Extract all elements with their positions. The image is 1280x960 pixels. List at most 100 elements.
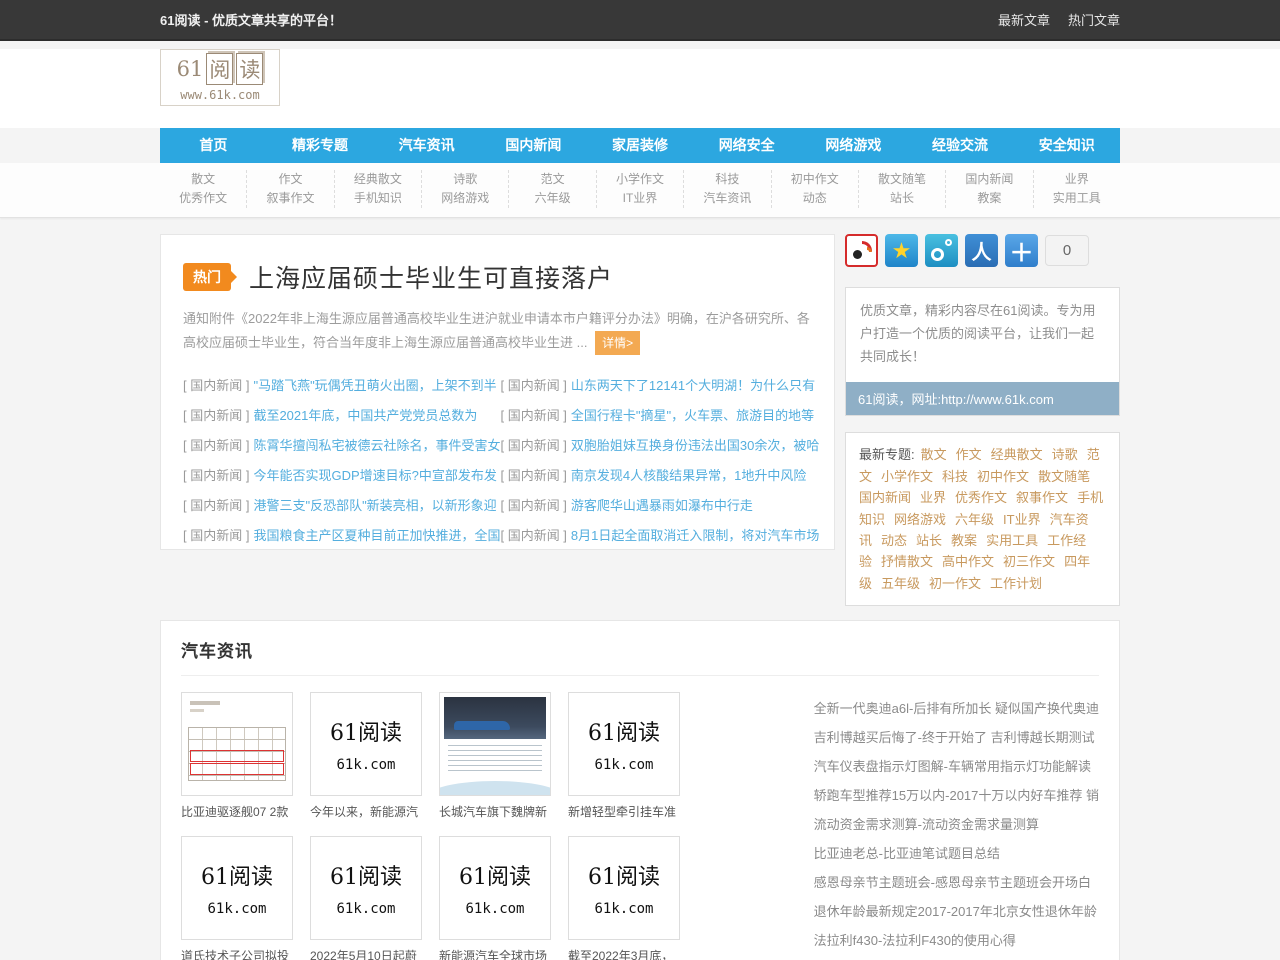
hot-headline[interactable]: 上海应届硕士毕业生可直接落户: [249, 259, 613, 295]
subnav-link[interactable]: 叙事作文: [247, 189, 333, 208]
news-link[interactable]: 全国行程卡"摘星"，火车票、旅游目的地等: [571, 408, 814, 423]
topic-tag[interactable]: 初中作文: [977, 469, 1029, 484]
car-card[interactable]: 比亚迪驱逐舰07 2款: [181, 692, 293, 820]
car-card[interactable]: 61阅读61k.com 新能源汽车全球市场: [439, 836, 551, 960]
subnav-link[interactable]: 范文: [509, 170, 595, 189]
nav-item-topics[interactable]: 精彩专题: [267, 128, 374, 163]
news-link[interactable]: 8月1日起全面取消迁入限制，将对汽车市场: [571, 528, 819, 543]
topic-tag[interactable]: 教案: [951, 533, 977, 548]
car-link[interactable]: 比亚迪老总-比亚迪笔试题目总结: [814, 839, 1099, 868]
subnav-link[interactable]: 动态: [772, 189, 858, 208]
news-item: [ 国内新闻 ]全国行程卡"摘星"，火车票、旅游目的地等: [500, 401, 819, 431]
car-link[interactable]: 轿跑车型推荐15万以内-2017十万以内好车推荐 销: [814, 781, 1099, 810]
nav-item-experience[interactable]: 经验交流: [907, 128, 1014, 163]
topic-tag[interactable]: 初三作文: [1003, 554, 1055, 569]
nav-item-domestic-news[interactable]: 国内新闻: [480, 128, 587, 163]
topic-tag[interactable]: 业界: [920, 490, 946, 505]
topic-tag[interactable]: 科技: [942, 469, 968, 484]
car-card-thumbnail: [439, 692, 551, 796]
top-link-latest[interactable]: 最新文章: [998, 10, 1050, 29]
subnav-link[interactable]: 散文: [160, 170, 246, 189]
subnav-col-7: 科技 汽车资讯: [684, 170, 771, 208]
subnav-link[interactable]: 作文: [247, 170, 333, 189]
topic-tag[interactable]: 五年级: [881, 576, 920, 591]
news-link[interactable]: 我国粮食主产区夏种目前正加快推进，全国: [253, 528, 500, 543]
subnav-link[interactable]: 初中作文: [772, 170, 858, 189]
subnav-link[interactable]: 诗歌: [422, 170, 508, 189]
subnav-link[interactable]: 站长: [859, 189, 945, 208]
subnav-link[interactable]: 散文随笔: [859, 170, 945, 189]
qzone-share-icon[interactable]: ★: [885, 234, 918, 267]
topic-tag[interactable]: IT业界: [1003, 512, 1041, 527]
subnav-link[interactable]: 实用工具: [1034, 189, 1120, 208]
car-link[interactable]: 吉利博越买后悔了-终于开始了 吉利博越长期测试: [814, 723, 1099, 752]
car-link[interactable]: 全新一代奥迪a6l-后排有所加长 疑似国产换代奥迪: [814, 694, 1099, 723]
subnav-link[interactable]: 手机知识: [335, 189, 421, 208]
car-card[interactable]: 61阅读61k.com 截至2022年3月底，: [568, 836, 680, 960]
news-link[interactable]: 游客爬华山遇暴雨如瀑布中行走: [571, 498, 753, 513]
news-link[interactable]: 南京发现4人核酸结果异常，1地升中风险: [571, 468, 806, 483]
nav-item-home[interactable]: 首页: [160, 128, 267, 163]
car-card[interactable]: 61阅读61k.com 今年以来，新能源汽: [310, 692, 422, 820]
subnav-link[interactable]: 小学作文: [597, 170, 683, 189]
subnav-link[interactable]: 经典散文: [335, 170, 421, 189]
nav-item-home-deco[interactable]: 家居装修: [587, 128, 694, 163]
car-link[interactable]: 流动资金需求测算-流动资金需求量测算: [814, 810, 1099, 839]
subnav-link[interactable]: 优秀作文: [160, 189, 246, 208]
subnav-link[interactable]: IT业界: [597, 189, 683, 208]
car-link[interactable]: 感恩母亲节主题班会-感恩母亲节主题班会开场白: [814, 868, 1099, 897]
car-card[interactable]: 61阅读61k.com 道氏技术子公司拟投: [181, 836, 293, 960]
news-link[interactable]: 双胞胎姐妹互换身份违法出国30余次，被哈: [571, 438, 819, 453]
subnav-link[interactable]: 六年级: [509, 189, 595, 208]
nav-item-safety-knowledge[interactable]: 安全知识: [1013, 128, 1120, 163]
subnav-link[interactable]: 科技: [684, 170, 770, 189]
topic-tag[interactable]: 动态: [881, 533, 907, 548]
renren-share-icon[interactable]: 人: [965, 234, 998, 267]
topic-tag[interactable]: 初一作文: [929, 576, 981, 591]
topic-tag[interactable]: 散文随笔: [1038, 469, 1090, 484]
nav-item-net-security[interactable]: 网络安全: [693, 128, 800, 163]
news-link[interactable]: 今年能否实现GDP增速目标?中宣部发布发: [253, 468, 496, 483]
news-link[interactable]: 山东两天下了12141个大明湖！为什么只有: [571, 378, 815, 393]
topic-tag[interactable]: 站长: [916, 533, 942, 548]
subnav-link[interactable]: 业界: [1034, 170, 1120, 189]
detail-button[interactable]: 详情>: [595, 331, 640, 355]
news-link[interactable]: 截至2021年底，中国共产党党员总数为: [253, 408, 477, 423]
news-link[interactable]: 港警三支"反恐部队"新装亮相，以新形象迎: [253, 498, 496, 513]
nav-item-car-news[interactable]: 汽车资讯: [373, 128, 480, 163]
subnav-link[interactable]: 教案: [946, 189, 1032, 208]
topic-tag[interactable]: 经典散文: [991, 447, 1043, 462]
car-link[interactable]: 退休年龄最新规定2017-2017年北京女性退休年龄: [814, 897, 1099, 926]
car-card[interactable]: 61阅读61k.com 新增轻型牵引挂车准: [568, 692, 680, 820]
sub-nav-strip: 散文 优秀作文 作文 叙事作文 经典散文 手机知识 诗歌 网络游戏 范文 六年级…: [0, 163, 1280, 218]
topic-tag[interactable]: 作文: [956, 447, 982, 462]
subnav-link[interactable]: 网络游戏: [422, 189, 508, 208]
topic-tag[interactable]: 散文: [921, 447, 947, 462]
car-card[interactable]: 61阅读61k.com 2022年5月10日起蔚: [310, 836, 422, 960]
topic-tag[interactable]: 网络游戏: [894, 512, 946, 527]
topic-tag[interactable]: 抒情散文: [881, 554, 933, 569]
topic-tag[interactable]: 小学作文: [881, 469, 933, 484]
topic-tag[interactable]: 国内新闻: [859, 490, 911, 505]
subnav-link[interactable]: 汽车资讯: [684, 189, 770, 208]
subnav-link[interactable]: 国内新闻: [946, 170, 1032, 189]
nav-item-net-games[interactable]: 网络游戏: [800, 128, 907, 163]
car-link[interactable]: 08款捷达-08款捷达伙伴仪表盘面板拆卸第一步图: [814, 955, 1099, 960]
news-link[interactable]: "马踏飞燕"玩偶凭丑萌火出圈，上架不到半: [253, 378, 496, 393]
car-link[interactable]: 法拉利f430-法拉利F430的使用心得: [814, 926, 1099, 955]
news-link[interactable]: 陈霄华擅闯私宅被德云社除名，事件受害女: [253, 438, 500, 453]
topic-tag[interactable]: 优秀作文: [955, 490, 1007, 505]
tencent-weibo-share-icon[interactable]: [925, 234, 958, 267]
car-link[interactable]: 汽车仪表盘指示灯图解-车辆常用指示灯功能解读: [814, 752, 1099, 781]
topic-tag[interactable]: 诗歌: [1052, 447, 1078, 462]
top-link-hot[interactable]: 热门文章: [1068, 10, 1120, 29]
topic-tag[interactable]: 六年级: [955, 512, 994, 527]
site-logo[interactable]: 61 阅 读 www.61k.com: [160, 49, 280, 106]
share-more-icon[interactable]: ＋: [1005, 234, 1038, 267]
topic-tag[interactable]: 实用工具: [986, 533, 1038, 548]
topic-tag[interactable]: 高中作文: [942, 554, 994, 569]
sina-weibo-share-icon[interactable]: [845, 234, 878, 267]
topic-tag[interactable]: 工作计划: [990, 576, 1042, 591]
topic-tag[interactable]: 叙事作文: [1016, 490, 1068, 505]
car-card[interactable]: 长城汽车旗下魏牌新: [439, 692, 551, 820]
